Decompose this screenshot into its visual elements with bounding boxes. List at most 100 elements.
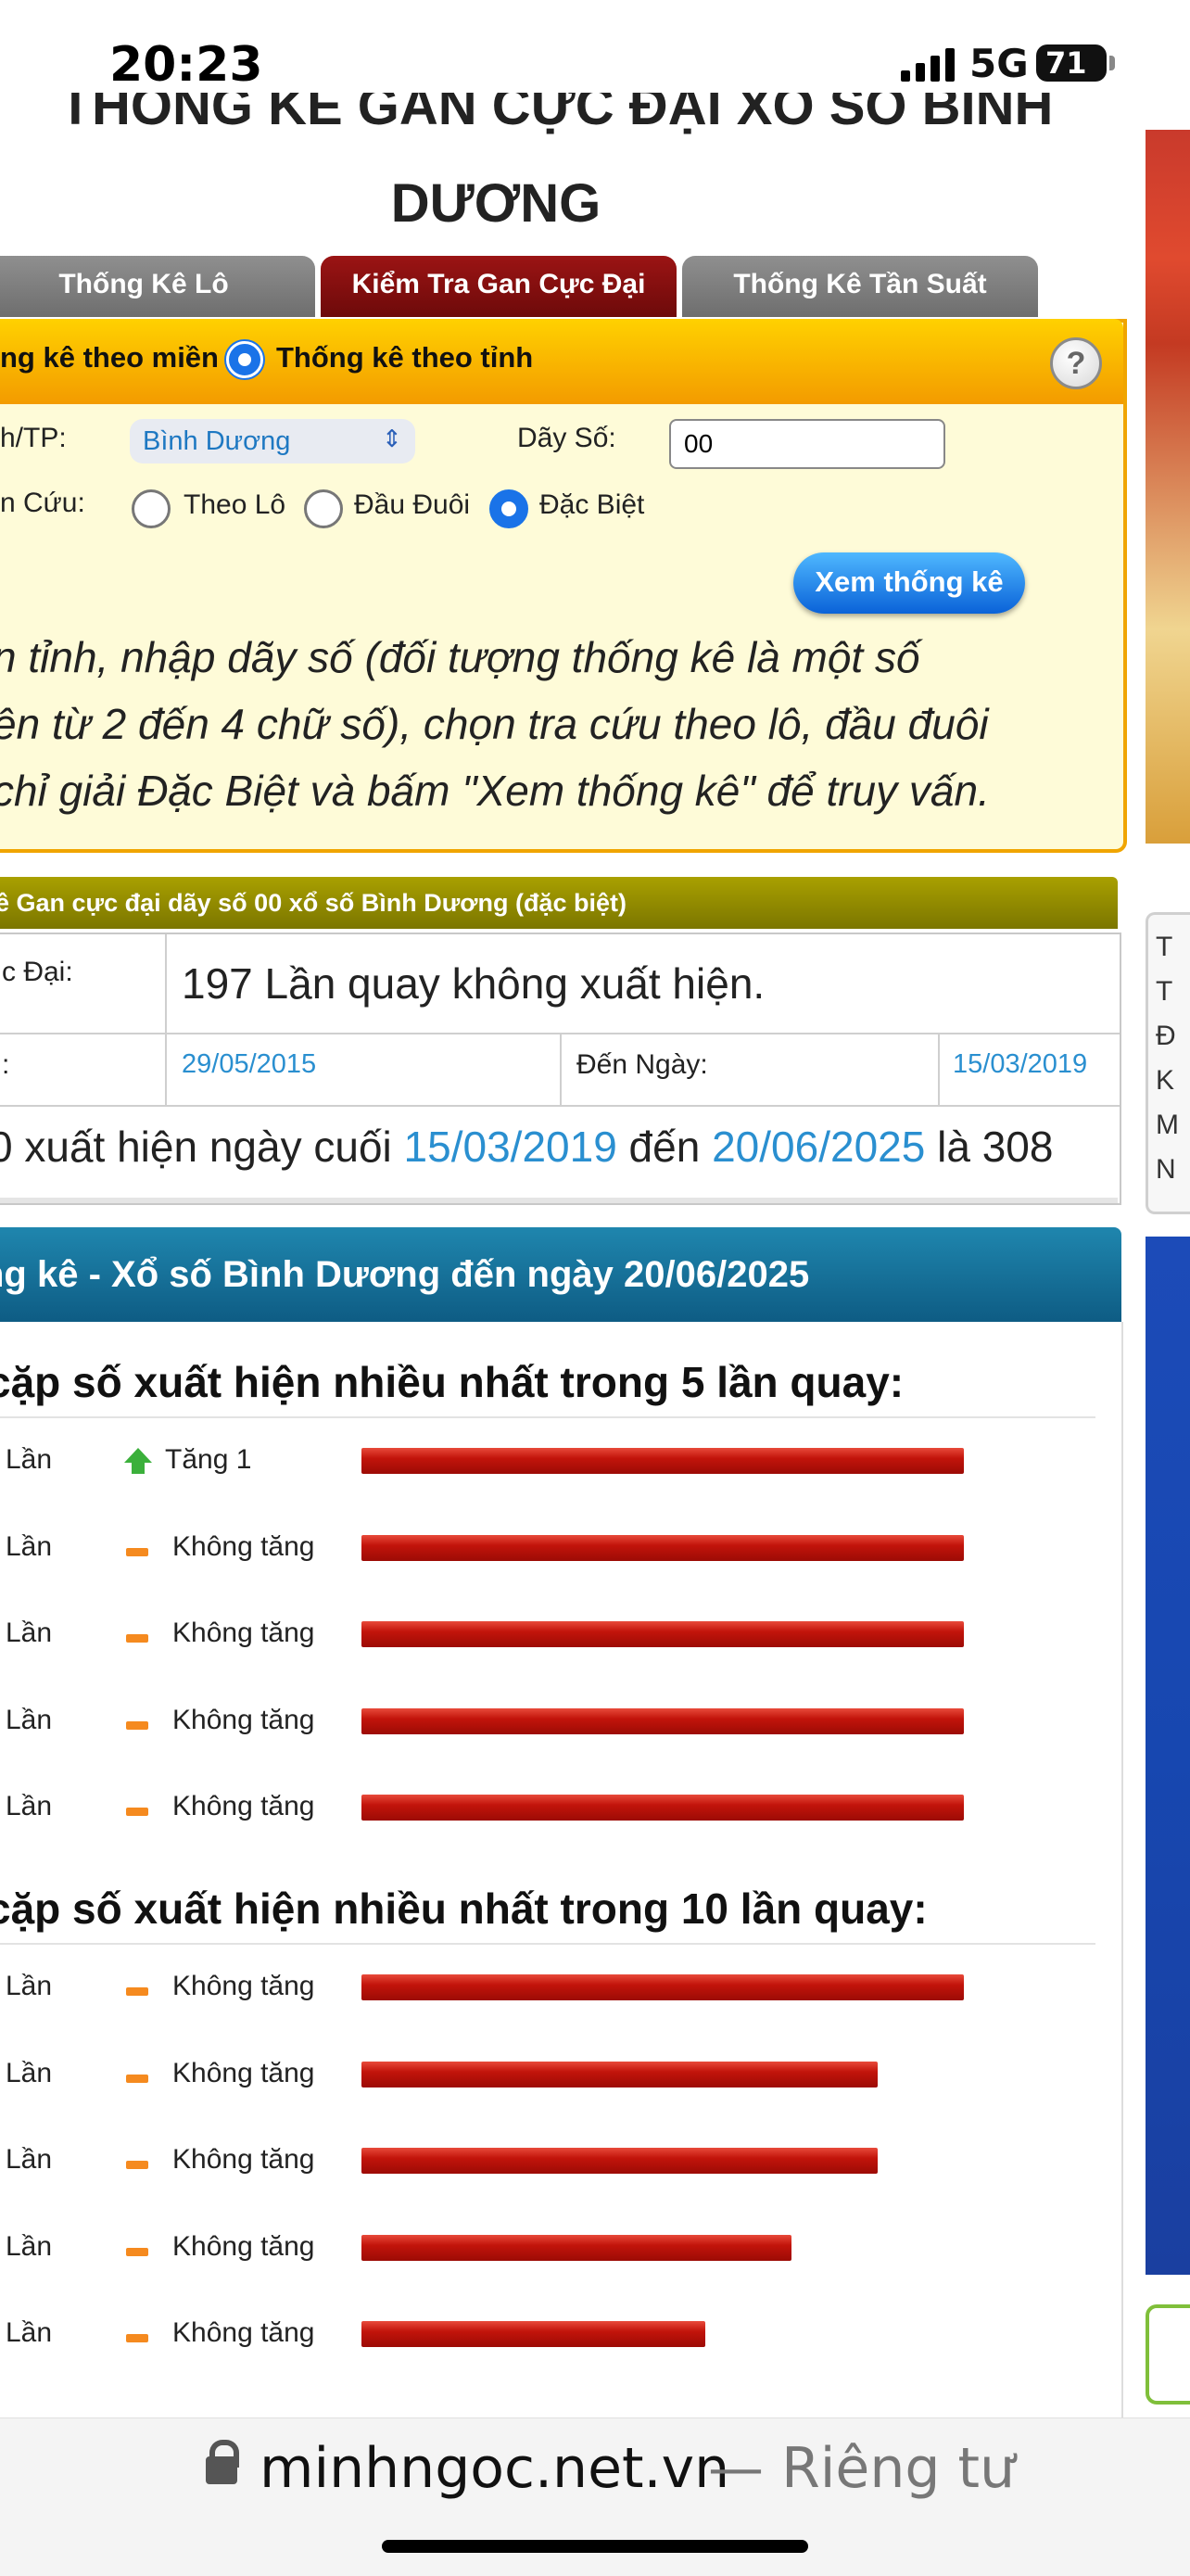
from-date-value[interactable]: 29/05/2015 — [182, 1049, 316, 1080]
radio-dau-duoi[interactable] — [304, 489, 343, 528]
page-title-line2: DƯƠNG — [390, 173, 601, 234]
frequency-bar — [361, 1974, 964, 2000]
max-gan-value: 197 Lần quay không xuất hiện. — [182, 959, 766, 1008]
option-theo-lo-label[interactable]: Theo Lô — [184, 489, 285, 521]
trend-flat-icon — [126, 1987, 148, 1996]
stats-body — [0, 1322, 1123, 2434]
dayso-label: Dãy Số: — [517, 423, 616, 453]
summary-mid: đến — [616, 1123, 713, 1171]
instruction-line: ên từ 2 đến 4 chữ số), chọn tra cứu theo… — [0, 700, 989, 748]
result-bottom-border — [0, 1198, 1118, 1203]
row-lan-label: Lần — [6, 2057, 53, 2088]
battery-icon: 71 — [1036, 44, 1107, 82]
trend-flat-icon — [126, 1634, 148, 1643]
row-trend-text: Không tăng — [172, 1530, 315, 1562]
row-trend-text: Không tăng — [172, 2057, 315, 2088]
sidebar-box — [1146, 2304, 1190, 2405]
sidebar-link[interactable]: N — [1156, 1154, 1176, 1186]
row-lan-label: Lần — [6, 2230, 53, 2262]
trend-flat-icon — [126, 2161, 148, 2169]
table-divider — [938, 1033, 940, 1107]
sidebar-link[interactable]: Đ — [1156, 1021, 1176, 1052]
row-trend-text: Không tăng — [172, 2317, 315, 2348]
sidebar-link[interactable]: K — [1156, 1065, 1174, 1097]
row-trend-text: Không tăng — [172, 1704, 315, 1735]
page-title-line1: THỐNG KÊ GAN CỰC ĐẠI XỔ SỐ BÌNH — [58, 93, 1054, 136]
result-header: kê Gan cực đại dãy số 00 xổ số Bình Dươn… — [0, 877, 1118, 929]
row-lan-label: Lần — [6, 1444, 53, 1475]
max-gan-label: c Đại: — [2, 957, 73, 987]
frequency-bar — [361, 2234, 791, 2261]
row-lan-label: Lần — [6, 1791, 53, 1821]
trend-flat-icon — [126, 2334, 148, 2342]
instruction-line: n tỉnh, nhập dãy số (đối tượng thống kê … — [0, 633, 920, 681]
battery-cap — [1109, 56, 1115, 70]
row-lan-label: Lần — [6, 1704, 53, 1735]
from-date-label: : — [2, 1049, 10, 1080]
chevron-updown-icon: ⇕ — [382, 425, 402, 452]
stats-header: ng kê - Xổ số Bình Dương đến ngày 20/06/… — [0, 1227, 1121, 1322]
tab-thong-ke-lo[interactable]: Thống Kê Lô — [0, 256, 315, 317]
ad-banner-top[interactable] — [1146, 130, 1190, 844]
sidebar-link[interactable]: T — [1156, 976, 1172, 1008]
sidebar-link-list: T T Đ K M N — [1146, 912, 1190, 1214]
row-trend-text: Không tăng — [172, 1618, 315, 1648]
frequency-bar — [361, 2321, 705, 2347]
radio-dac-biet[interactable] — [489, 489, 528, 528]
sidebar-link[interactable]: M — [1156, 1110, 1179, 1141]
frequency-bar — [361, 1621, 964, 1647]
to-date-value[interactable]: 15/03/2019 — [953, 1049, 1087, 1080]
summary-suffix: là 308 — [925, 1123, 1054, 1171]
row-lan-label: Lần — [6, 1530, 53, 1562]
row-trend-text: Tăng 1 — [165, 1444, 252, 1475]
mode-province-label[interactable]: Thống kê theo tỉnh — [276, 341, 533, 374]
table-divider — [560, 1033, 562, 1107]
row-trend-text: Không tăng — [172, 1971, 315, 2001]
mode-region-label[interactable]: ng kê theo miền — [0, 341, 219, 374]
frequency-bar — [361, 2061, 878, 2087]
ad-banner-side[interactable] — [1146, 1237, 1190, 2275]
help-icon[interactable]: ? — [1050, 337, 1102, 389]
result-table: c Đại: 197 Lần quay không xuất hiện. : 2… — [0, 933, 1121, 1205]
network-type: 5G — [969, 41, 1029, 86]
section-rule — [0, 1943, 1095, 1945]
status-time: 20:23 — [109, 37, 263, 93]
sidebar-link[interactable]: T — [1156, 932, 1172, 963]
radio-theo-lo[interactable] — [132, 489, 171, 528]
tab-thong-ke-tan-suat[interactable]: Thống Kê Tần Suất — [682, 256, 1038, 317]
summary-date-2[interactable]: 20/06/2025 — [712, 1123, 925, 1171]
row-lan-label: Lần — [6, 2317, 53, 2348]
home-indicator[interactable] — [382, 2540, 808, 2553]
trend-flat-icon — [126, 1808, 148, 1816]
trend-flat-icon — [126, 1547, 148, 1556]
frequency-bar — [361, 1448, 964, 1474]
option-dac-biet-label[interactable]: Đặc Biệt — [539, 489, 644, 521]
row-trend-text: Không tăng — [172, 1791, 315, 1821]
option-dau-duoi-label[interactable]: Đầu Đuôi — [354, 489, 470, 521]
province-label: h/TP: — [0, 423, 67, 453]
table-divider — [165, 934, 167, 1107]
trend-flat-icon — [126, 2074, 148, 2083]
row-trend-text: Không tăng — [172, 2230, 315, 2262]
row-trend-text: Không tăng — [172, 2144, 315, 2175]
row-lan-label: Lần — [6, 1971, 53, 2001]
province-select[interactable]: Bình Dương — [130, 419, 415, 463]
dayso-input[interactable]: 00 — [669, 419, 945, 469]
tracuu-label: n Cứu: — [0, 488, 85, 518]
table-divider — [0, 1105, 1120, 1107]
summary-date-1[interactable]: 15/03/2019 — [404, 1123, 617, 1171]
row-lan-label: Lần — [6, 1618, 53, 1648]
view-stats-button[interactable]: Xem thống kê — [793, 552, 1025, 614]
url-text[interactable]: minhngoc.net.vn — [260, 2436, 729, 2501]
tab-kiem-tra-gan-cuc-dai[interactable]: Kiểm Tra Gan Cực Đại — [321, 256, 677, 317]
mode-province-radio[interactable] — [226, 341, 263, 378]
section-title-10-draws: cặp số xuất hiện nhiều nhất trong 10 lần… — [0, 1884, 928, 1933]
summary-prefix: 0 xuất hiện ngày cuối — [0, 1123, 404, 1171]
frequency-bar — [361, 1534, 964, 1561]
summary-text: 0 xuất hiện ngày cuối 15/03/2019 đến 20/… — [0, 1122, 1053, 1172]
to-date-label: Đến Ngày: — [576, 1049, 708, 1080]
privacy-label: — Riêng tư — [708, 2436, 1016, 2501]
result-header-text: kê Gan cực đại dãy số 00 xổ số Bình Dươn… — [0, 889, 627, 917]
frequency-bar — [361, 1795, 964, 1821]
frequency-bar — [361, 2148, 878, 2174]
